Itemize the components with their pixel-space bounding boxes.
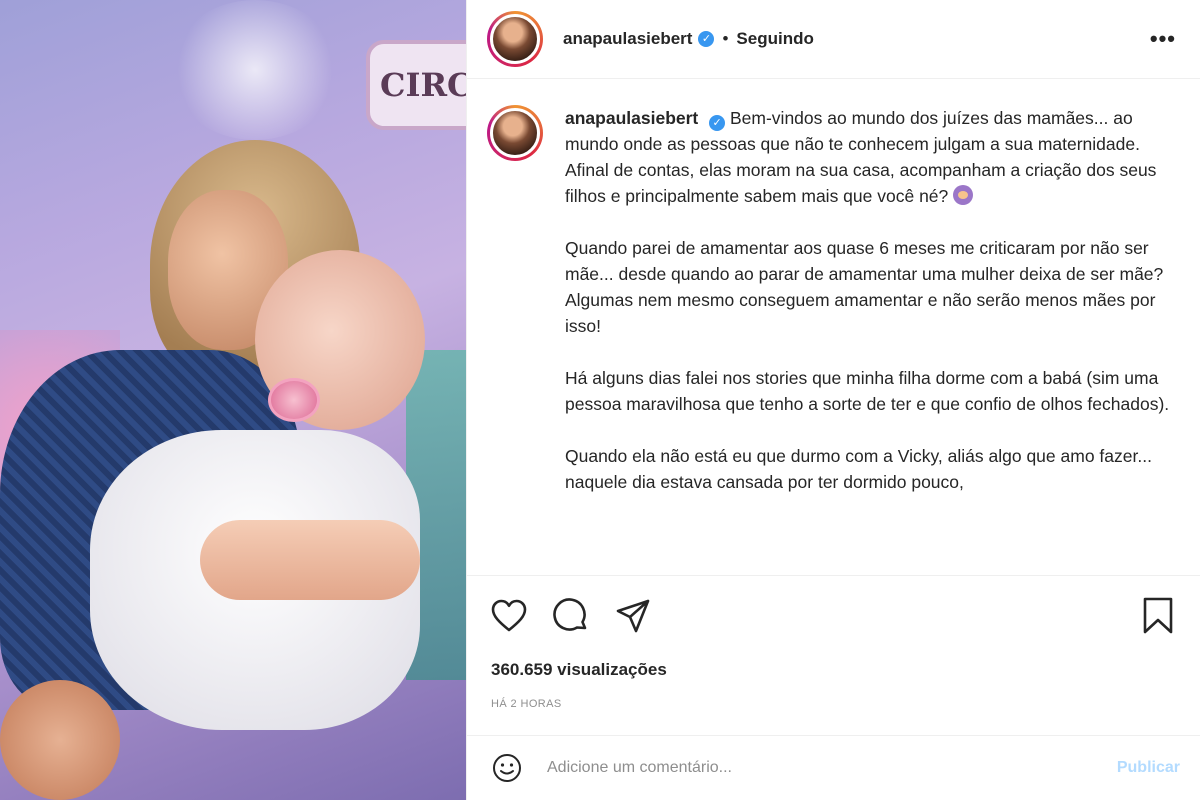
comment-icon[interactable] [551,596,591,636]
circus-sign-text: CIRC [380,66,466,104]
post-panel: anapaulasiebert ✓ • Seguindo ••• anapaul… [466,0,1200,800]
background-light [170,0,340,140]
woman-gesturing-emoji-icon [953,185,974,205]
verified-badge-icon: ✓ [698,31,715,47]
comment-bar: Publicar [467,735,1200,800]
publish-button[interactable]: Publicar [1117,759,1180,777]
avatar-image [490,14,540,64]
view-count[interactable]: 360.659 visualizações [491,660,667,680]
caption-paragraph-4: Quando ela não está eu que durmo com a V… [565,446,1152,492]
caption-avatar[interactable] [487,105,543,161]
share-icon[interactable] [613,596,653,636]
avatar[interactable] [487,11,543,67]
heart-icon[interactable] [489,596,529,636]
more-options-icon[interactable]: ••• [1150,26,1176,52]
baby-arm [200,520,420,600]
post-timestamp[interactable]: HÁ 2 HORAS [491,698,562,710]
bookmark-icon[interactable] [1138,596,1178,636]
smiley-icon[interactable] [487,748,527,788]
separator-dot: • [722,29,729,48]
comment-input[interactable] [547,759,1117,777]
caption-text: anapaulasiebert ✓ Bem-vindos ao mundo do… [565,105,1175,575]
caption-paragraph-2: Quando parei de amamentar aos quase 6 me… [565,238,1164,336]
username-link[interactable]: anapaulasiebert [563,29,692,49]
hand [0,680,120,800]
circus-sign: CIRC [366,40,466,130]
caption: anapaulasiebert ✓ Bem-vindos ao mundo do… [487,105,1187,575]
following-button[interactable]: Seguindo [736,29,813,49]
post-header: anapaulasiebert ✓ • Seguindo ••• [467,0,1200,79]
caption-paragraph: anapaulasiebert ✓ Bem-vindos ao mundo do… [565,105,1175,209]
verified-badge-icon: ✓ [709,115,726,131]
action-icons [489,596,653,636]
caption-paragraph-3: Há alguns dias falei nos stories que min… [565,368,1170,414]
caption-avatar-image [490,108,540,158]
pacifier [268,378,320,422]
caption-username-link[interactable]: anapaulasiebert [565,108,698,128]
actions-area: 360.659 visualizações HÁ 2 HORAS [467,575,1200,735]
post-media[interactable]: CIRC [0,0,466,800]
